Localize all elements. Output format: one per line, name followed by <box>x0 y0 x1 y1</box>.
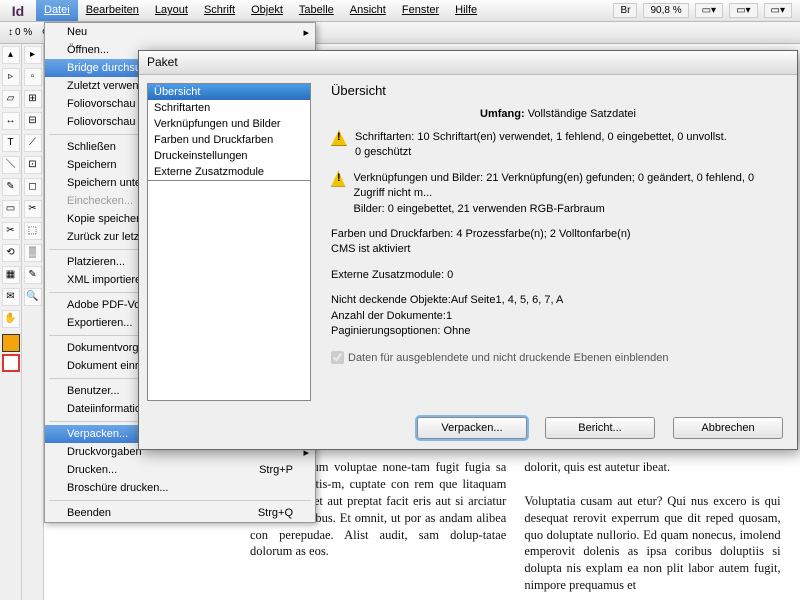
hidden-layers-label: Daten für ausgeblendete und nicht drucke… <box>348 352 668 364</box>
menu-fenster[interactable]: Fenster <box>394 0 447 21</box>
tool-b11[interactable]: ✎ <box>24 266 42 284</box>
menu-bearbeiten[interactable]: Bearbeiten <box>78 0 147 21</box>
scope-row: Umfang: Vollständige Satzdatei <box>331 108 785 120</box>
app-icon: Id <box>0 0 36 22</box>
hidden-layers-checkbox-row: Daten für ausgeblendete und nicht drucke… <box>331 351 785 364</box>
warning-icon <box>331 171 346 187</box>
tool-direct[interactable]: ▹ <box>2 68 20 86</box>
info-plugins: Externe Zusatzmodule: 0 <box>331 268 785 283</box>
warning-icon <box>331 130 347 146</box>
warning-fonts: Schriftarten: 10 Schriftart(en) verwende… <box>331 130 785 161</box>
dialog-title: Paket <box>139 51 797 75</box>
view-chip-1[interactable]: ▭▾ <box>695 3 723 18</box>
report-button[interactable]: Bericht... <box>545 417 655 439</box>
tool-note[interactable]: ✉ <box>2 288 20 306</box>
tool-b9[interactable]: ⬚ <box>24 222 42 240</box>
file-menu-item[interactable]: BeendenStrg+Q <box>45 504 315 522</box>
tool-rails: ▴ ▹ ▱ ↔ T ＼ ✎ ▭ ✂ ⟲ ▦ ✉ ✋ ▸ ▫ ⊞ ⊟ ⟋ ⊡ ◻ … <box>0 44 44 600</box>
tool-b7[interactable]: ◻ <box>24 178 42 196</box>
tool-rect[interactable]: ▭ <box>2 200 20 218</box>
zoom-chip[interactable]: 90,8 % <box>643 3 688 18</box>
menu-tabelle[interactable]: Tabelle <box>291 0 342 21</box>
tool-b12[interactable]: 🔍 <box>24 288 42 306</box>
opt-a[interactable]: ↕ 0 % <box>8 27 32 38</box>
list-print[interactable]: Druckeinstellungen <box>148 148 310 164</box>
tool-b10[interactable]: ▒ <box>24 244 42 262</box>
menu-layout[interactable]: Layout <box>147 0 196 21</box>
menu-schrift[interactable]: Schrift <box>196 0 243 21</box>
tool-b5[interactable]: ⟋ <box>24 134 42 152</box>
tool-transform[interactable]: ⟲ <box>2 244 20 262</box>
tool-b3[interactable]: ⊞ <box>24 90 42 108</box>
section-title: Übersicht <box>331 83 785 98</box>
category-list: Übersicht Schriftarten Verknüpfungen und… <box>147 83 311 401</box>
list-detail-area <box>148 180 310 375</box>
list-links[interactable]: Verknüpfungen und Bilder <box>148 116 310 132</box>
list-colors[interactable]: Farben und Druckfarben <box>148 132 310 148</box>
hidden-layers-checkbox[interactable] <box>331 351 344 364</box>
file-menu-item[interactable]: Neu▸ <box>45 23 315 41</box>
text-col-2: dolorit, quis est autetur ibeat. Volupta… <box>524 459 780 594</box>
stroke-swatch[interactable] <box>2 354 20 372</box>
tool-scissors[interactable]: ✂ <box>2 222 20 240</box>
tool-gap[interactable]: ↔ <box>2 112 20 130</box>
tool-b2[interactable]: ▫ <box>24 68 42 86</box>
list-fonts[interactable]: Schriftarten <box>148 100 310 116</box>
tool-b4[interactable]: ⊟ <box>24 112 42 130</box>
menubar: Id Datei Bearbeiten Layout Schrift Objek… <box>0 0 800 22</box>
view-chip-3[interactable]: ▭▾ <box>764 3 792 18</box>
tool-pen[interactable]: ✎ <box>2 178 20 196</box>
tool-b1[interactable]: ▸ <box>24 46 42 64</box>
tool-b8[interactable]: ✂ <box>24 200 42 218</box>
view-chip-2[interactable]: ▭▾ <box>729 3 757 18</box>
list-plugins[interactable]: Externe Zusatzmodule <box>148 164 310 180</box>
warning-links: Verknüpfungen und Bilder: 21 Verknüpfung… <box>331 171 785 217</box>
fill-swatch[interactable] <box>2 334 20 352</box>
menu-objekt[interactable]: Objekt <box>243 0 291 21</box>
cancel-button[interactable]: Abbrechen <box>673 417 783 439</box>
file-menu-item[interactable]: Drucken...Strg+P <box>45 461 315 479</box>
tool-line[interactable]: ＼ <box>2 156 20 174</box>
menu-datei[interactable]: Datei <box>36 0 78 21</box>
menu-right: Br 90,8 % ▭▾ ▭▾ ▭▾ <box>613 0 800 21</box>
package-dialog: Paket Übersicht Schriftarten Verknüpfung… <box>138 50 798 450</box>
tool-b6[interactable]: ⊡ <box>24 156 42 174</box>
tool-gradient[interactable]: ▦ <box>2 266 20 284</box>
info-colors: Farben und Druckfarben: 4 Prozessfarbe(n… <box>331 227 785 258</box>
menu-hilfe[interactable]: Hilfe <box>447 0 485 21</box>
info-misc: Nicht deckende Objekte:Auf Seite1, 4, 5,… <box>331 293 785 339</box>
bridge-chip[interactable]: Br <box>613 3 637 18</box>
tool-hand[interactable]: ✋ <box>2 310 20 328</box>
tool-type[interactable]: T <box>2 134 20 152</box>
tool-selection[interactable]: ▴ <box>2 46 20 64</box>
tool-page[interactable]: ▱ <box>2 90 20 108</box>
menu-ansicht[interactable]: Ansicht <box>342 0 394 21</box>
file-menu-item[interactable]: Broschüre drucken... <box>45 479 315 497</box>
list-overview[interactable]: Übersicht <box>148 84 310 100</box>
package-button[interactable]: Verpacken... <box>417 417 527 439</box>
